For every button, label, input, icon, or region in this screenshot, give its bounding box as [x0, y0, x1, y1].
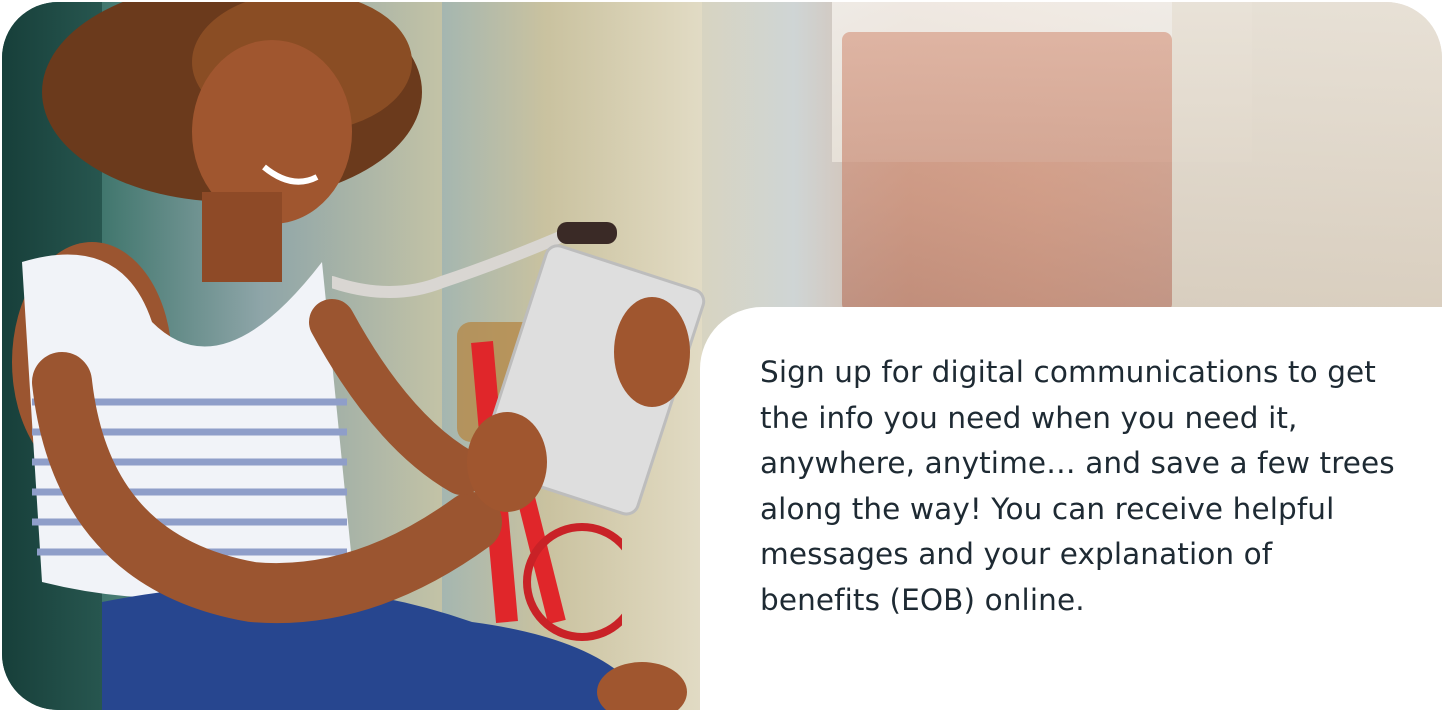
promo-message: Sign up for digital communications to ge… [760, 355, 1395, 617]
woman-with-tablet-illustration [12, 2, 706, 710]
digital-communications-banner: Sign up for digital communications to ge… [0, 0, 1453, 712]
